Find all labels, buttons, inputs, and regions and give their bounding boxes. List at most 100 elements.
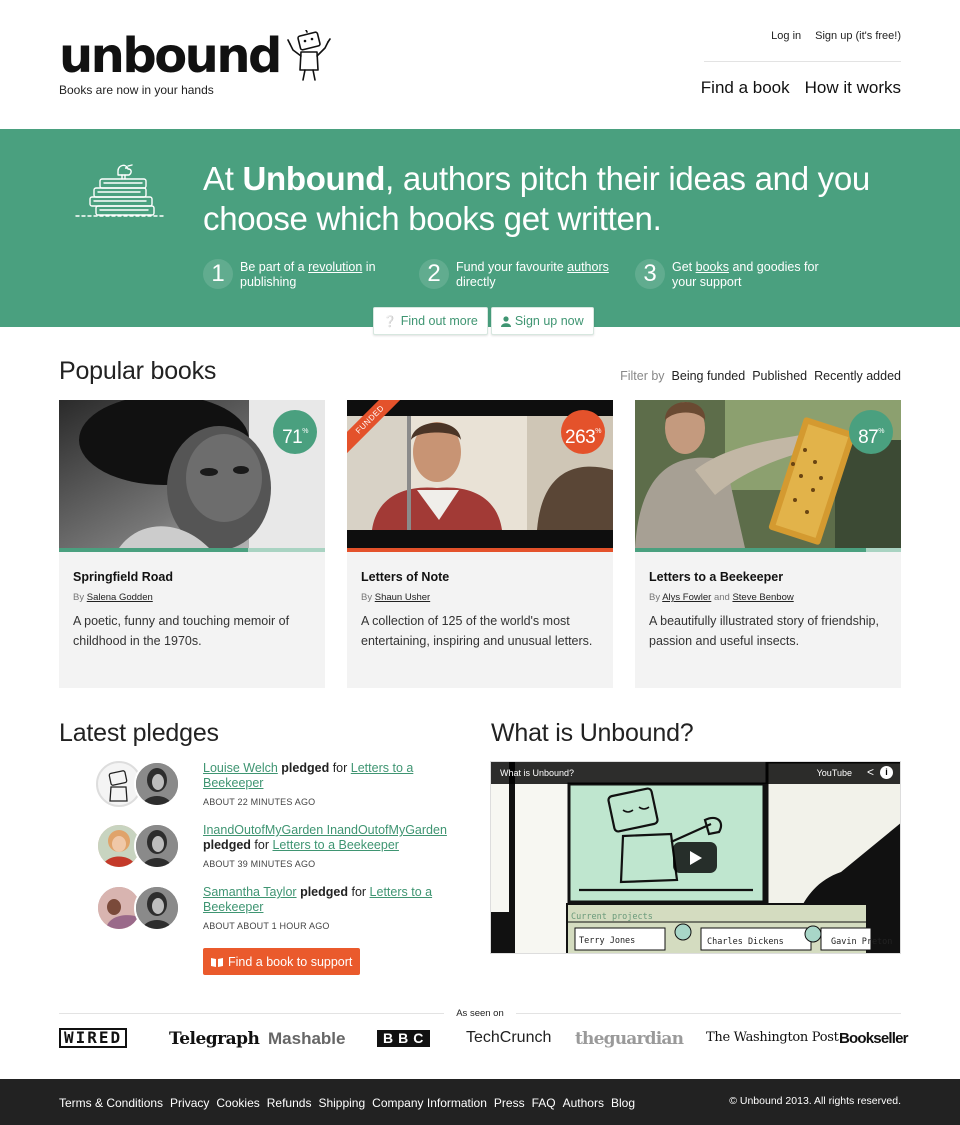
find-book-to-support-button[interactable]: Find a book to support [203,948,361,975]
footer-company-info-link[interactable]: Company Information [372,1096,487,1110]
youtube-label[interactable]: YouTube [817,768,852,778]
step-number: 3 [635,259,665,289]
step-text: Fund your favourite authors directly [456,260,609,289]
filter-recently-added[interactable]: Recently added [814,369,901,383]
author-avatar[interactable] [134,823,180,869]
book-info: Letters to a Beekeeper By Alys Fowler an… [635,552,901,651]
footer-press-link[interactable]: Press [494,1096,525,1110]
author-link[interactable]: Steve Benbow [732,592,793,603]
pledge-avatars [96,885,186,931]
book-title[interactable]: Springfield Road [73,570,311,584]
logo-wordmark: unbound [59,28,282,84]
pledge-avatars [96,761,186,807]
hero-steps: 1 Be part of a revolution in publishing … [203,259,903,295]
author-avatar[interactable] [134,761,180,807]
step-number: 1 [203,259,233,289]
book-title[interactable]: Letters to a Beekeeper [649,570,887,584]
signup-link[interactable]: Sign up (it's free!) [815,30,901,42]
header-divider [704,61,901,62]
robot-mascot-icon [287,30,331,81]
authors-link[interactable]: authors [567,260,609,274]
funding-percent-badge: 263% [561,410,605,454]
book-info: Springfield Road By Salena Godden A poet… [59,552,325,651]
video-title[interactable]: What is Unbound? [500,768,574,778]
pledge-item: Louise Welch pledged for Letters to a Be… [96,761,456,817]
press-logos: WIRED Telegraph Mashable BBC TechCrunch … [59,1024,908,1054]
play-button-icon[interactable] [673,842,717,873]
filter-published[interactable]: Published [752,369,807,383]
pledge-timestamp: ABOUT 39 MINUTES AGO [203,859,316,869]
auth-links: Log in Sign up (it's free!) [771,30,901,42]
site-footer: Terms & Conditions Privacy Cookies Refun… [0,1079,960,1125]
book-card-letters-of-note[interactable]: FUNDED 263% Letters of Note By Shaun Ush… [347,400,613,688]
book-open-icon [211,957,223,967]
books-link[interactable]: books [696,260,729,274]
hero-headline-brand: Unbound [242,160,386,197]
telegraph-logo: Telegraph [169,1029,260,1049]
sign-up-now-button[interactable]: Sign up now [490,307,594,335]
book-card-springfield-road[interactable]: 71% Springfield Road By Salena Godden A … [59,400,325,688]
author-avatar[interactable] [134,885,180,931]
bbc-logo: BBC [377,1030,431,1047]
what-is-unbound-title: What is Unbound? [491,719,694,747]
author-link[interactable]: Alys Fowler [662,592,711,603]
site-header: unbound Books are now in your hands Log … [0,0,960,129]
pledge-avatars [96,823,186,869]
login-link[interactable]: Log in [771,30,801,42]
share-icon[interactable]: < [867,765,874,779]
filter-being-funded[interactable]: Being funded [672,369,746,383]
latest-pledges-title: Latest pledges [59,719,219,747]
pledge-description: Louise Welch pledged for Letters to a Be… [203,761,458,810]
wired-logo: WIRED [59,1028,128,1048]
book-byline: By Shaun Usher [361,592,431,603]
project-name: Terry Jones [579,936,636,946]
techcrunch-logo: TechCrunch [466,1029,552,1046]
nav-find-a-book[interactable]: Find a book [701,78,790,98]
books-with-bird-icon [75,164,165,217]
guardian-logo: theguardian [575,1029,684,1049]
step-text: Be part of a revolution in publishing [240,260,376,289]
author-photo [136,825,178,867]
footer-terms-link[interactable]: Terms & Conditions [59,1096,163,1110]
revolution-link[interactable]: revolution [308,260,362,274]
footer-cookies-link[interactable]: Cookies [216,1096,259,1110]
pledge-timestamp: ABOUT 22 MINUTES AGO [203,797,316,807]
washington-post-logo: The Washington Post [706,1030,839,1045]
project-name: Charles Dickens [707,937,784,947]
logo[interactable]: unbound [59,28,331,84]
pledger-name-link[interactable]: InandOutofMyGarden InandOutofMyGarden [203,823,447,837]
find-out-more-button[interactable]: ❔ Find out more [373,307,488,335]
book-card-letters-to-a-beekeeper[interactable]: 87% Letters to a Beekeeper By Alys Fowle… [635,400,901,688]
book-description: A poetic, funny and touching memoir of c… [73,614,290,648]
pledged-book-link[interactable]: Letters to a Beekeeper [272,838,398,852]
funding-percent-badge: 71% [273,410,317,454]
footer-authors-link[interactable]: Authors [563,1096,604,1110]
funding-percent-badge: 87% [849,410,893,454]
book-title[interactable]: Letters of Note [361,570,599,584]
pledge-description: InandOutofMyGarden InandOutofMyGarden pl… [203,823,458,872]
pledge-timestamp: ABOUT ABOUT 1 HOUR AGO [203,921,330,931]
video-player[interactable]: What is Unbound? YouTube < i Current pro… [490,761,901,954]
nav-how-it-works[interactable]: How it works [805,78,901,98]
author-link[interactable]: Shaun Usher [375,592,430,603]
step-text: Get books and goodies for your support [672,260,819,289]
footer-shipping-link[interactable]: Shipping [318,1096,365,1110]
pledger-name-link[interactable]: Louise Welch [203,761,278,775]
pledge-item: Samantha Taylor pledged for Letters to a… [96,885,456,941]
book-description: A beautifully illustrated story of frien… [649,614,879,648]
book-cover-image[interactable]: 71% [59,400,325,548]
pledger-name-link[interactable]: Samantha Taylor [203,885,297,899]
book-cover-image[interactable]: FUNDED 263% [347,400,613,548]
info-icon[interactable]: i [880,766,893,779]
footer-faq-link[interactable]: FAQ [532,1096,556,1110]
book-byline: By Salena Godden [73,592,153,603]
author-link[interactable]: Salena Godden [87,592,153,603]
author-photo [136,887,178,929]
footer-privacy-link[interactable]: Privacy [170,1096,209,1110]
hero-buttons: ❔ Find out more Sign up now [373,307,594,335]
book-cover-image[interactable]: 87% [635,400,901,548]
footer-blog-link[interactable]: Blog [611,1096,635,1110]
footer-refunds-link[interactable]: Refunds [267,1096,312,1110]
footer-links: Terms & Conditions Privacy Cookies Refun… [59,1096,635,1110]
user-icon [500,315,511,327]
